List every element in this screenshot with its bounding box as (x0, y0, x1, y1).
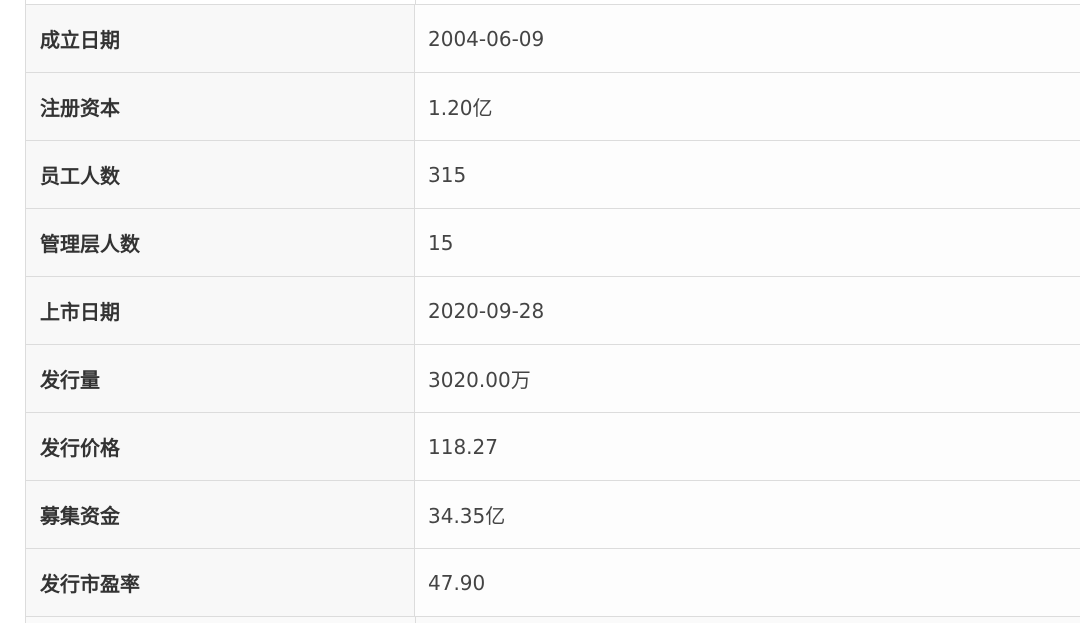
row-label: 员工人数 (26, 141, 415, 208)
row-value: 3020.00万 (415, 345, 1080, 412)
row-value: 15 (415, 209, 1080, 276)
column-divider (415, 617, 416, 623)
row-value: 47.90 (415, 549, 1080, 616)
row-label: 发行量 (26, 345, 415, 412)
row-label: 募集资金 (26, 481, 415, 548)
table-row-listing-date: 上市日期 2020-09-28 (26, 277, 1080, 345)
table-row-registered-capital: 注册资本 1.20亿 (26, 73, 1080, 141)
row-label: 发行市盈率 (26, 549, 415, 616)
row-value: 2004-06-09 (415, 5, 1080, 72)
table-row-issue-volume: 发行量 3020.00万 (26, 345, 1080, 413)
row-value: 1.20亿 (415, 73, 1080, 140)
table-row-raised-funds: 募集资金 34.35亿 (26, 481, 1080, 549)
row-value: 34.35亿 (415, 481, 1080, 548)
table-row-issue-price: 发行价格 118.27 (26, 413, 1080, 481)
table-row-management-count: 管理层人数 15 (26, 209, 1080, 277)
table-row-issue-pe-ratio: 发行市盈率 47.90 (26, 549, 1080, 617)
table-bottom-edge (25, 617, 1080, 623)
row-label: 注册资本 (26, 73, 415, 140)
row-value: 118.27 (415, 413, 1080, 480)
table-row-employee-count: 员工人数 315 (26, 141, 1080, 209)
row-label: 管理层人数 (26, 209, 415, 276)
row-label: 成立日期 (26, 5, 415, 72)
row-value: 315 (415, 141, 1080, 208)
company-info-table: 成立日期 2004-06-09 注册资本 1.20亿 员工人数 315 管理层人… (25, 4, 1080, 617)
table-row-establish-date: 成立日期 2004-06-09 (26, 5, 1080, 73)
row-label: 上市日期 (26, 277, 415, 344)
row-label: 发行价格 (26, 413, 415, 480)
row-value: 2020-09-28 (415, 277, 1080, 344)
